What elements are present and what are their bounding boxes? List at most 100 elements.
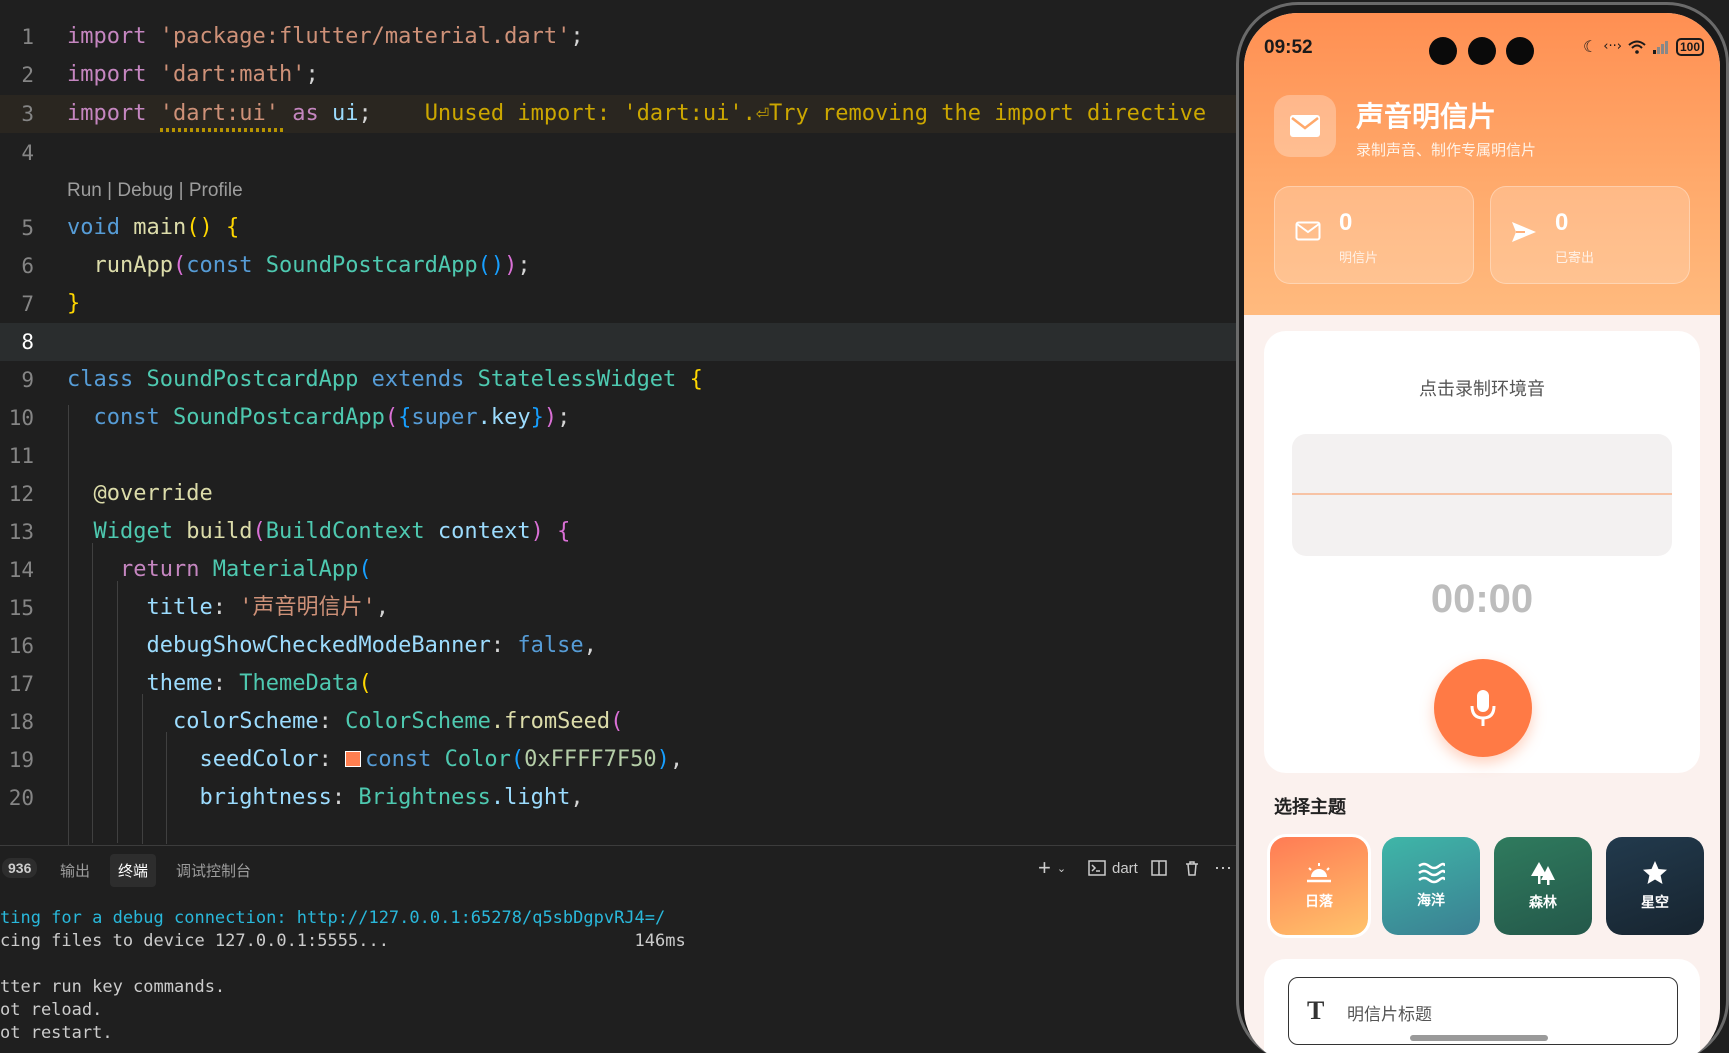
sunset-icon: [1307, 863, 1331, 883]
status-icons: ☾ ‹··› 100: [1583, 37, 1704, 56]
line-number: 8: [21, 330, 34, 354]
code-line[interactable]: 17 theme: ThemeData(: [0, 665, 1240, 703]
line-number: 16: [8, 634, 34, 658]
panel-tab-bar: 936 输出 终端 调试控制台 + ⌄ dart ⋯: [0, 846, 1240, 892]
stat-card-postcards[interactable]: 0 明信片: [1274, 186, 1474, 284]
line-number: 4: [21, 141, 34, 165]
record-button[interactable]: [1434, 659, 1532, 757]
bottom-panel: 936 输出 终端 调试控制台 + ⌄ dart ⋯ ting for a de…: [0, 845, 1240, 1053]
code-line[interactable]: 13 Widget build(BuildContext context) {: [0, 513, 1240, 551]
waveform-baseline: [1292, 493, 1672, 495]
app-logo: [1274, 95, 1336, 157]
camera-icon: [1429, 37, 1457, 65]
code-line[interactable]: 18 colorScheme: ColorScheme.fromSeed(: [0, 703, 1240, 741]
send-icon: [1512, 222, 1536, 242]
app-title: 声音明信片: [1356, 100, 1497, 133]
line-number: 14: [8, 558, 34, 582]
waves-icon: [1418, 862, 1445, 884]
mail-icon: [1290, 115, 1320, 137]
record-hint: 点击录制环境音: [1419, 379, 1545, 400]
new-terminal-button[interactable]: + ⌄: [1038, 855, 1067, 880]
code-line[interactable]: 15 title: '声音明信片',: [0, 589, 1240, 627]
theme-starry-sky[interactable]: 星空: [1606, 837, 1704, 935]
code-line[interactable]: 4: [0, 134, 1240, 172]
code-line[interactable]: 14 return MaterialApp(: [0, 551, 1240, 589]
inline-warning[interactable]: Unused import: 'dart:ui'.⏎Try removing t…: [425, 101, 1206, 126]
theme-sunset[interactable]: 日落: [1267, 834, 1371, 938]
plus-icon: +: [1038, 855, 1051, 880]
status-time: 09:52: [1264, 37, 1313, 58]
code-line[interactable]: 5 void main() {: [0, 209, 1240, 247]
code-line[interactable]: 7 }: [0, 285, 1240, 323]
home-indicator[interactable]: [1410, 1035, 1548, 1041]
terminal-shell-name: dart: [1112, 859, 1138, 877]
line-number: 19: [8, 748, 34, 772]
code-editor[interactable]: 1 import 'package:flutter/material.dart'…: [0, 0, 1240, 845]
code-line[interactable]: 19 seedColor: const Color(0xFFFF7F50),: [0, 741, 1240, 779]
code-line[interactable]: 12 @override: [0, 475, 1240, 513]
code-line[interactable]: 1 import 'package:flutter/material.dart'…: [0, 18, 1240, 56]
stat-label: 已寄出: [1555, 251, 1595, 266]
split-icon: [1151, 860, 1167, 876]
theme-forest[interactable]: 森林: [1494, 837, 1592, 935]
kill-terminal-button[interactable]: [1184, 856, 1200, 880]
stat-label: 明信片: [1339, 251, 1379, 266]
split-terminal-button[interactable]: [1151, 856, 1167, 880]
waveform-display: [1292, 434, 1672, 556]
code-line[interactable]: 11: [0, 437, 1240, 475]
stat-value: 0: [1339, 209, 1353, 236]
camera-icon: [1506, 37, 1534, 65]
chevron-down-icon: ⌄: [1056, 862, 1067, 875]
line-number: 11: [8, 444, 34, 468]
terminal-line: ot restart.: [0, 1023, 113, 1043]
camera-icon: [1468, 37, 1496, 65]
problems-count-badge[interactable]: 936: [2, 858, 38, 878]
theme-label: 森林: [1529, 895, 1557, 911]
line-number: 2: [21, 63, 34, 87]
theme-ocean[interactable]: 海洋: [1382, 837, 1480, 935]
line-number: 18: [8, 710, 34, 734]
code-line[interactable]: 2 import 'dart:math';: [0, 56, 1240, 94]
line-number: 15: [8, 596, 34, 620]
line-number: 3: [21, 102, 34, 126]
line-number: 9: [21, 368, 34, 392]
line-number: 20: [8, 786, 34, 810]
record-timer: 00:00: [1430, 577, 1534, 621]
battery-icon: 100: [1675, 37, 1704, 56]
microphone-icon: [1470, 690, 1496, 726]
line-number: 10: [8, 406, 34, 430]
code-line[interactable]: 16 debugShowCheckedModeBanner: false,: [0, 627, 1240, 665]
code-line[interactable]: 20 brightness: Brightness.light,: [0, 779, 1240, 817]
codelens-run-debug-profile[interactable]: Run | Debug | Profile: [67, 172, 243, 210]
code-line[interactable]: 10 const SoundPostcardApp({super.key});: [0, 399, 1240, 437]
terminal-line: ot reload.: [0, 1000, 103, 1020]
line-number: 12: [8, 482, 34, 506]
trash-icon: [1186, 861, 1198, 876]
line-number: 1: [21, 25, 34, 49]
line-number: 13: [8, 520, 34, 544]
terminal-profile-button[interactable]: dart: [1088, 856, 1138, 880]
title-placeholder: 明信片标题: [1347, 1005, 1432, 1025]
code-line[interactable]: 6 runApp(const SoundPostcardApp());: [0, 247, 1240, 285]
line-number: 17: [8, 672, 34, 696]
code-line-warning[interactable]: 3 import 'dart:ui' as ui; Unused import:…: [0, 95, 1240, 133]
warning-squiggle: [160, 128, 285, 132]
stat-card-sent[interactable]: 0 已寄出: [1490, 186, 1690, 284]
tab-debug-console[interactable]: 调试控制台: [168, 854, 259, 887]
tab-terminal[interactable]: 终端: [110, 854, 157, 887]
code-line[interactable]: 9 class SoundPostcardApp extends Statele…: [0, 361, 1240, 399]
code-line-current[interactable]: 8: [0, 323, 1240, 361]
more-actions-button[interactable]: ⋯: [1214, 856, 1232, 880]
moon-icon: ☾: [1582, 37, 1598, 56]
app-header: 09:52 ☾ ‹··› 100 声音明信片 录制声音、制作专属明信片 0 明信…: [1244, 13, 1720, 315]
tab-output[interactable]: 输出: [52, 854, 98, 887]
mail-icon: [1295, 221, 1321, 241]
theme-label: 海洋: [1417, 893, 1445, 909]
data-sync-icon: ‹··›: [1603, 39, 1622, 54]
record-card: 点击录制环境音 00:00: [1264, 331, 1700, 773]
theme-label: 日落: [1305, 894, 1333, 910]
text-format-icon: T: [1307, 996, 1325, 1025]
theme-label: 星空: [1641, 895, 1669, 911]
codelens-row[interactable]: Run | Debug | Profile: [0, 172, 1240, 210]
color-swatch[interactable]: [345, 751, 362, 767]
